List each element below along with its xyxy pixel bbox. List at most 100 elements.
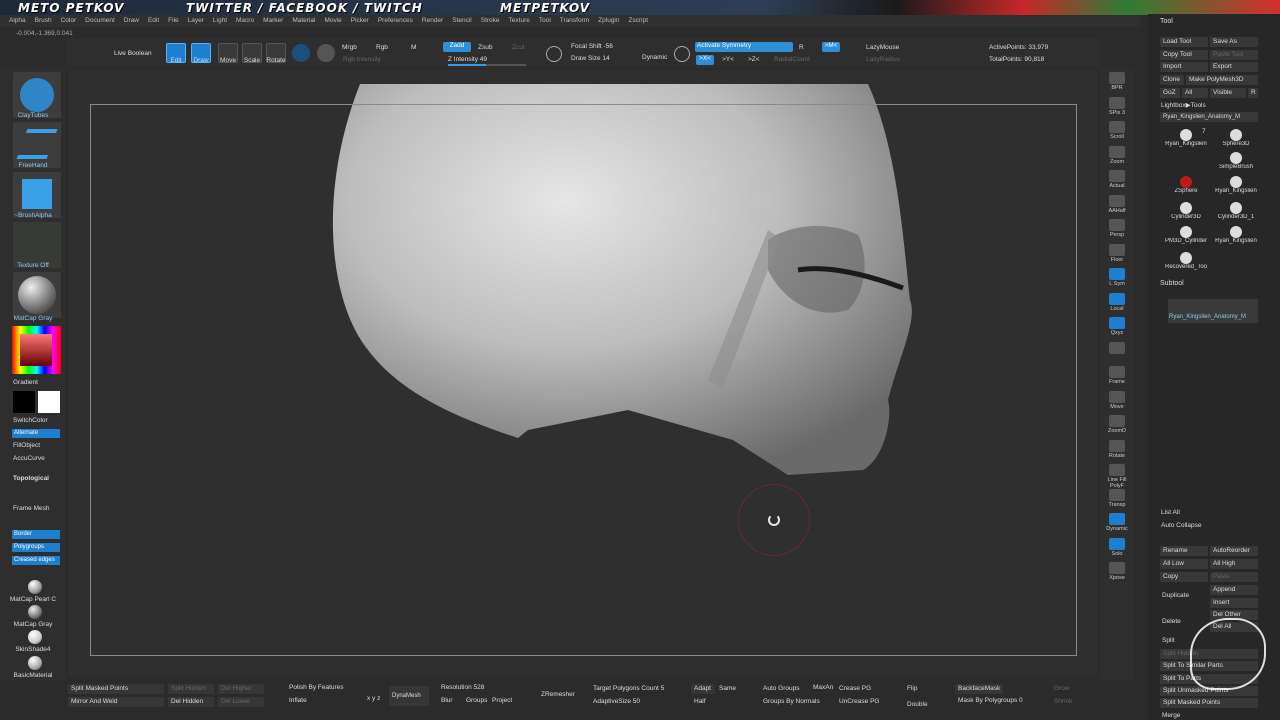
paste-subtool-button[interactable]: Paste bbox=[1210, 572, 1258, 582]
dynamic-button[interactable]: Dynamic bbox=[642, 54, 667, 61]
lazyradius-slider[interactable]: LazyRadius bbox=[866, 56, 900, 63]
color-sphere-icon[interactable] bbox=[317, 44, 335, 62]
inflate-slider[interactable]: Inflate bbox=[286, 696, 356, 706]
sym-z-button[interactable]: >Z< bbox=[748, 56, 760, 63]
right-tool-rotate[interactable]: Rotate bbox=[1106, 439, 1128, 459]
paste-tool-button[interactable]: Paste Tool bbox=[1210, 50, 1258, 60]
import-button[interactable]: Import bbox=[1160, 62, 1208, 72]
project-toggle[interactable]: Project bbox=[489, 696, 519, 706]
sym-x-button[interactable]: >X< bbox=[696, 55, 714, 65]
zadd-button[interactable]: Zadd bbox=[443, 42, 471, 52]
goz-r-button[interactable]: R bbox=[1248, 88, 1258, 98]
double-button[interactable]: Double bbox=[904, 700, 950, 710]
adapt-button[interactable]: Adapt bbox=[691, 684, 715, 694]
right-tool-frame[interactable]: Frame bbox=[1106, 366, 1128, 385]
menu-item-file[interactable]: File bbox=[168, 15, 178, 27]
live-boolean-button[interactable]: Live Boolean bbox=[114, 50, 152, 57]
grow-button[interactable]: Grow bbox=[1051, 684, 1091, 694]
right-tool-line-fill-polyf[interactable]: Line Fill PolyF bbox=[1106, 464, 1128, 489]
switch-color-button[interactable]: SwitchColor bbox=[13, 417, 48, 424]
menu-item-material[interactable]: Material bbox=[292, 15, 315, 27]
right-tool-bpr[interactable]: BPR bbox=[1106, 72, 1128, 91]
shrink-button[interactable]: Shrink bbox=[1051, 697, 1091, 707]
main-color-swatch[interactable] bbox=[13, 391, 35, 413]
inflate-xyz[interactable]: x y z bbox=[364, 694, 388, 704]
topological-button[interactable]: Topological bbox=[13, 475, 49, 482]
del-hidden-button[interactable]: Del Hidden bbox=[168, 697, 214, 707]
del-lower-button[interactable]: Del Lower bbox=[218, 697, 264, 707]
material-sphere-icon[interactable] bbox=[292, 44, 310, 62]
menu-item-render[interactable]: Render bbox=[422, 15, 443, 27]
draw-size-slider[interactable]: Draw Size 14 bbox=[571, 55, 610, 62]
rgb-intensity-slider[interactable]: Rgb Intensity bbox=[343, 56, 381, 63]
right-tool-zoomd[interactable]: ZoomD bbox=[1106, 415, 1128, 434]
auto-collapse-button[interactable]: Auto Collapse bbox=[1161, 522, 1201, 529]
border-button[interactable]: Border bbox=[12, 530, 60, 539]
maxangle-slider[interactable]: MaxAn bbox=[810, 683, 836, 693]
basic-material-icon[interactable] bbox=[28, 656, 42, 670]
goz-all-button[interactable]: All bbox=[1182, 88, 1208, 98]
backface-mask-button[interactable]: BackfaceMask bbox=[955, 684, 1003, 694]
right-tool-qxyz[interactable]: Qxyz bbox=[1106, 317, 1128, 336]
menu-item-light[interactable]: Light bbox=[213, 15, 227, 27]
menu-item-marker[interactable]: Marker bbox=[263, 15, 283, 27]
right-tool-actual[interactable]: Actual bbox=[1106, 170, 1128, 189]
right-tool-spix-3[interactable]: SPix 3 bbox=[1106, 96, 1128, 116]
sym-y-button[interactable]: >Y< bbox=[722, 56, 734, 63]
right-tool-zoom[interactable]: Zoom bbox=[1106, 145, 1128, 165]
target-polygons-slider[interactable]: Target Polygons Count 5 bbox=[590, 684, 680, 694]
mirror-weld-button[interactable]: Mirror And Weld bbox=[68, 697, 164, 707]
menu-item-tool[interactable]: Tool bbox=[539, 15, 551, 27]
mirror-m-button[interactable]: >M< bbox=[822, 42, 840, 52]
copy-tool-button[interactable]: Copy Tool bbox=[1160, 50, 1208, 60]
duplicate-button[interactable]: Duplicate bbox=[1162, 592, 1189, 599]
split-masked-points-button[interactable]: Split Masked Points bbox=[68, 684, 164, 694]
radial-r-button[interactable]: R bbox=[799, 44, 804, 51]
all-low-button[interactable]: All Low bbox=[1160, 559, 1208, 569]
radial-count-slider[interactable]: RadialCount bbox=[774, 56, 810, 63]
m-button[interactable]: M bbox=[411, 44, 416, 51]
matcap-pearl-icon[interactable] bbox=[28, 580, 42, 594]
menu-item-brush[interactable]: Brush bbox=[35, 15, 52, 27]
menu-item-texture[interactable]: Texture bbox=[509, 15, 530, 27]
polygroups-button[interactable]: Polygroups bbox=[12, 543, 60, 552]
insert-button[interactable]: Insert bbox=[1210, 598, 1258, 608]
material-selector[interactable] bbox=[13, 272, 61, 318]
append-button[interactable]: Append bbox=[1210, 585, 1258, 595]
menu-item-macro[interactable]: Macro bbox=[236, 15, 254, 27]
mask-by-polygroups-slider[interactable]: Mask By Polygroups 0 bbox=[955, 696, 1035, 706]
tool-thumbnail[interactable]: Cylinder3D bbox=[1162, 202, 1210, 224]
polish-features-toggle[interactable]: Polish By Features bbox=[286, 683, 384, 693]
tool-thumbnail[interactable]: PM3D_Cylinder bbox=[1162, 226, 1210, 248]
lazymouse-button[interactable]: LazyMouse bbox=[866, 44, 899, 51]
menu-item-alpha[interactable]: Alpha bbox=[9, 15, 26, 27]
tool-thumbnail[interactable]: Cylinder3D_1 bbox=[1212, 202, 1260, 224]
current-tool-slider[interactable]: Ryan_Kingslien_Anatomy_M bbox=[1160, 112, 1258, 122]
merge-header[interactable]: Merge bbox=[1162, 712, 1180, 719]
right-tool-floor[interactable]: Floor bbox=[1106, 243, 1128, 263]
subtool-header[interactable]: Subtool bbox=[1160, 280, 1184, 287]
rgb-button[interactable]: Rgb bbox=[376, 44, 388, 51]
split-header[interactable]: Split bbox=[1162, 637, 1175, 644]
tool-thumbnail[interactable]: Recovered_Too bbox=[1162, 252, 1210, 274]
menu-item-preferences[interactable]: Preferences bbox=[378, 15, 413, 27]
split-hidden-bottom-button[interactable]: Split Hidden bbox=[168, 684, 214, 694]
menu-item-picker[interactable]: Picker bbox=[351, 15, 369, 27]
groups-toggle[interactable]: Groups bbox=[463, 696, 489, 706]
accucurve-button[interactable]: AccuCurve bbox=[13, 455, 45, 462]
list-all-button[interactable]: List All bbox=[1161, 509, 1180, 516]
lightbox-tools-button[interactable]: Lightbox▶Tools bbox=[1161, 101, 1206, 109]
half-button[interactable]: Half bbox=[691, 697, 715, 707]
mrgb-button[interactable]: Mrgb bbox=[342, 44, 357, 51]
right-tool-blank-11[interactable] bbox=[1106, 341, 1128, 355]
groups-by-normals-button[interactable]: Groups By Normals bbox=[760, 697, 826, 707]
fill-object-button[interactable]: FillObject bbox=[13, 442, 40, 449]
alternate-button[interactable]: Alternate bbox=[12, 429, 60, 438]
goz-button[interactable]: GoZ bbox=[1160, 88, 1180, 98]
export-button[interactable]: Export bbox=[1210, 62, 1258, 72]
load-tool-button[interactable]: Load Tool bbox=[1160, 37, 1208, 47]
right-tool-persp[interactable]: Persp bbox=[1106, 219, 1128, 238]
dynamesh-button[interactable]: DynaMesh bbox=[389, 686, 429, 706]
autoreorder-button[interactable]: AutoReorder bbox=[1210, 546, 1258, 556]
color-picker[interactable] bbox=[12, 326, 61, 374]
